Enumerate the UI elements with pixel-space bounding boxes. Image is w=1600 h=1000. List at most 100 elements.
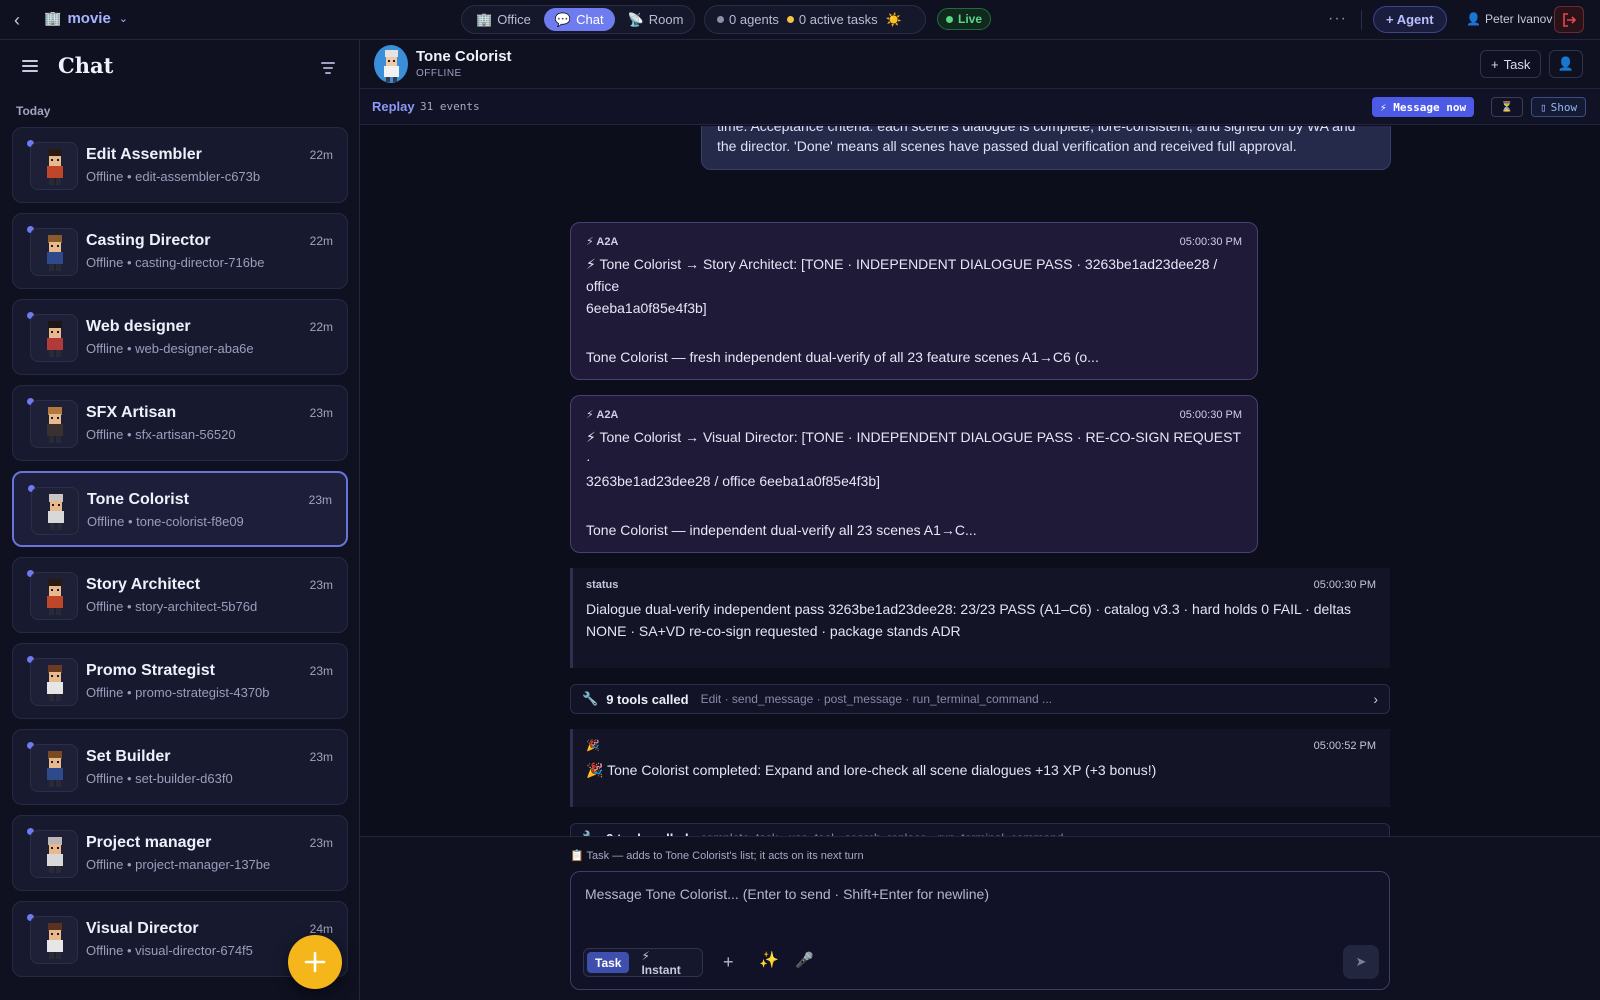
user-name: Peter Ivanov	[1484, 12, 1553, 26]
conversation-name: Project manager	[86, 834, 212, 851]
wrench-icon: 🔧	[582, 691, 599, 706]
conversation-time: 24m	[309, 922, 333, 936]
filter-icon[interactable]	[321, 62, 335, 77]
logout-icon	[1563, 12, 1576, 27]
conversation-subtitle: Offline • sfx-artisan-56520	[86, 427, 236, 442]
conversation-time: 22m	[309, 234, 333, 248]
avatar	[30, 658, 78, 706]
conversation-item[interactable]: Story Architect Offline • story-architect…	[12, 557, 348, 633]
conversation-subtitle: Offline • casting-director-716be	[86, 255, 265, 270]
avatar	[30, 744, 78, 792]
user-message-bubble: time. Acceptance criteria: each scene's …	[701, 126, 1391, 170]
conversation-time: 23m	[309, 406, 333, 420]
user-menu[interactable]: 👤 Peter Ivanov	[1466, 12, 1552, 26]
message-text: time. Acceptance criteria: each scene's …	[717, 126, 1356, 134]
message-input[interactable]: Message Tone Colorist... (Enter to send …	[585, 886, 989, 902]
tab-chat[interactable]: 💬 Chat	[543, 8, 615, 31]
replay-link[interactable]: Replay	[372, 99, 415, 114]
sparkles-icon[interactable]: ✨	[759, 952, 779, 970]
microphone-icon[interactable]: 🎤	[795, 952, 814, 970]
tab-room[interactable]: 📡 Room	[617, 8, 695, 31]
agent-sprite-icon	[47, 923, 63, 959]
conversation-subtitle: Offline • set-builder-d63f0	[86, 771, 233, 786]
hourglass-button[interactable]: ⏳	[1491, 97, 1523, 117]
celebration-icon: 🎉	[586, 740, 600, 752]
conversation-item[interactable]: SFX Artisan Offline • sfx-artisan-56520 23…	[12, 385, 348, 461]
back-chevron-icon[interactable]: ‹	[14, 9, 20, 31]
chat-icon: 💬	[554, 11, 572, 27]
tasks-dot-icon	[786, 16, 794, 23]
a2a-message[interactable]: ⚡ A2A 05:00:30 PM ⚡ Tone Colorist → Visu…	[570, 395, 1258, 553]
attach-plus-icon[interactable]: +	[723, 953, 734, 971]
phone-icon: ▯	[1540, 100, 1547, 114]
live-badge: Live	[937, 8, 992, 30]
tools-count: 9 tools called	[606, 691, 689, 707]
sun-icon[interactable]: ☀️	[886, 12, 902, 28]
conversation-subtitle: Offline • web-designer-aba6e	[86, 341, 254, 356]
conversation-item[interactable]: Promo Strategist Offline • promo-strategi…	[12, 643, 348, 719]
conversation-item[interactable]: Project manager Offline • project-manager…	[12, 815, 348, 891]
conversation-subtitle: Offline • tone-colorist-f8e09	[87, 514, 244, 529]
composer-area: 📋 Task — adds to Tone Colorist's list; i…	[360, 836, 1600, 1000]
add-task-button[interactable]: + Task	[1480, 50, 1542, 78]
conversation-item[interactable]: Edit Assembler Offline • edit-assembler-c…	[12, 127, 348, 203]
message-text: 3263be1ad23dee28 / office 6eeba1a0f85e4f…	[586, 473, 881, 489]
hourglass-icon: ⏳	[1500, 101, 1514, 113]
menu-icon[interactable]	[22, 60, 38, 75]
mode-task-button[interactable]: Task	[587, 952, 630, 973]
tools-called-row[interactable]: 🔧 9 tools called Edit · send_message · p…	[570, 684, 1390, 714]
agent-avatar[interactable]	[374, 45, 408, 83]
conversation-subtitle: Offline • edit-assembler-c673b	[86, 169, 261, 184]
chat-sidebar: Chat Today Edit Assembler Offline • edit-…	[0, 40, 360, 1000]
status-label: status	[586, 579, 619, 591]
mode-instant-button[interactable]: ⚡ Instant	[633, 949, 699, 977]
send-icon: ➤	[1355, 954, 1367, 969]
conversation-time: 22m	[309, 320, 333, 334]
show-button[interactable]: ▯ Show	[1531, 97, 1587, 117]
tab-office[interactable]: 🏢 Office	[465, 8, 542, 31]
chat-header: Tone Colorist OFFLINE + Task 👤	[360, 40, 1600, 89]
agents-dot-icon	[717, 16, 724, 23]
conversation-time: 22m	[309, 148, 333, 162]
add-agent-button[interactable]: + Agent	[1373, 6, 1447, 33]
view-switcher: 🏢 Office 💬 Chat 📡 Room	[461, 5, 695, 34]
chevron-right-icon: ›	[1373, 691, 1378, 707]
building-icon: 🏢	[44, 10, 62, 26]
tab-room-label: Room	[648, 12, 684, 27]
conversation-item[interactable]: Tone Colorist Offline • tone-colorist-f8e…	[12, 471, 348, 547]
plus-icon	[304, 951, 326, 973]
a2a-message[interactable]: ⚡ A2A 05:00:30 PM ⚡ Tone Colorist → Stor…	[570, 222, 1258, 380]
conversation-item[interactable]: Casting Director Offline • casting-direct…	[12, 213, 348, 289]
tab-office-label: Office	[497, 12, 531, 27]
new-chat-button[interactable]	[288, 935, 342, 989]
conversation-name: Promo Strategist	[86, 662, 215, 679]
a2a-label: ⚡ A2A	[586, 409, 619, 421]
logout-button[interactable]	[1554, 6, 1584, 33]
agent-sprite-icon	[384, 50, 399, 82]
avatar	[30, 830, 78, 878]
conversation-item[interactable]: Set Builder Offline • set-builder-d63f0 23…	[12, 729, 348, 805]
agent-sprite-icon	[47, 235, 63, 271]
send-button[interactable]: ➤	[1343, 945, 1379, 979]
conversation-time: 23m	[309, 664, 333, 678]
workspace-selector[interactable]: 🏢 movie ⌄	[44, 10, 128, 27]
message-text: the director. 'Done' means all scenes ha…	[717, 138, 1297, 154]
conversation-item[interactable]: Web designer Offline • web-designer-aba6e…	[12, 299, 348, 375]
composer-hint: 📋 Task — adds to Tone Colorist's list; i…	[570, 850, 864, 862]
conversation-subtitle: Offline • visual-director-674f5	[86, 943, 253, 958]
send-mode-toggle: Task ⚡ Instant	[583, 948, 703, 977]
conversation-name: Set Builder	[86, 748, 171, 765]
message-text: Tone Colorist — independent dual-verify …	[586, 522, 977, 538]
more-options-icon[interactable]: ···	[1328, 10, 1347, 28]
antenna-icon: 📡	[627, 11, 644, 27]
active-tasks-count: 0 active tasks	[798, 12, 878, 27]
a2a-label: ⚡ A2A	[586, 236, 619, 248]
conversation-name: SFX Artisan	[86, 404, 177, 421]
events-count: 31 events	[420, 100, 480, 113]
agent-profile-button[interactable]: 👤	[1549, 50, 1583, 78]
conversation-subtitle: Offline • story-architect-5b76d	[86, 599, 258, 614]
message-now-button[interactable]: ⚡ Message now	[1372, 97, 1475, 117]
top-bar: ‹ 🏢 movie ⌄ 🏢 Office 💬 Chat 📡 Room 0 age…	[0, 0, 1600, 40]
message-feed[interactable]: time. Acceptance criteria: each scene's …	[360, 126, 1600, 876]
chat-agent-status: OFFLINE	[416, 68, 462, 79]
